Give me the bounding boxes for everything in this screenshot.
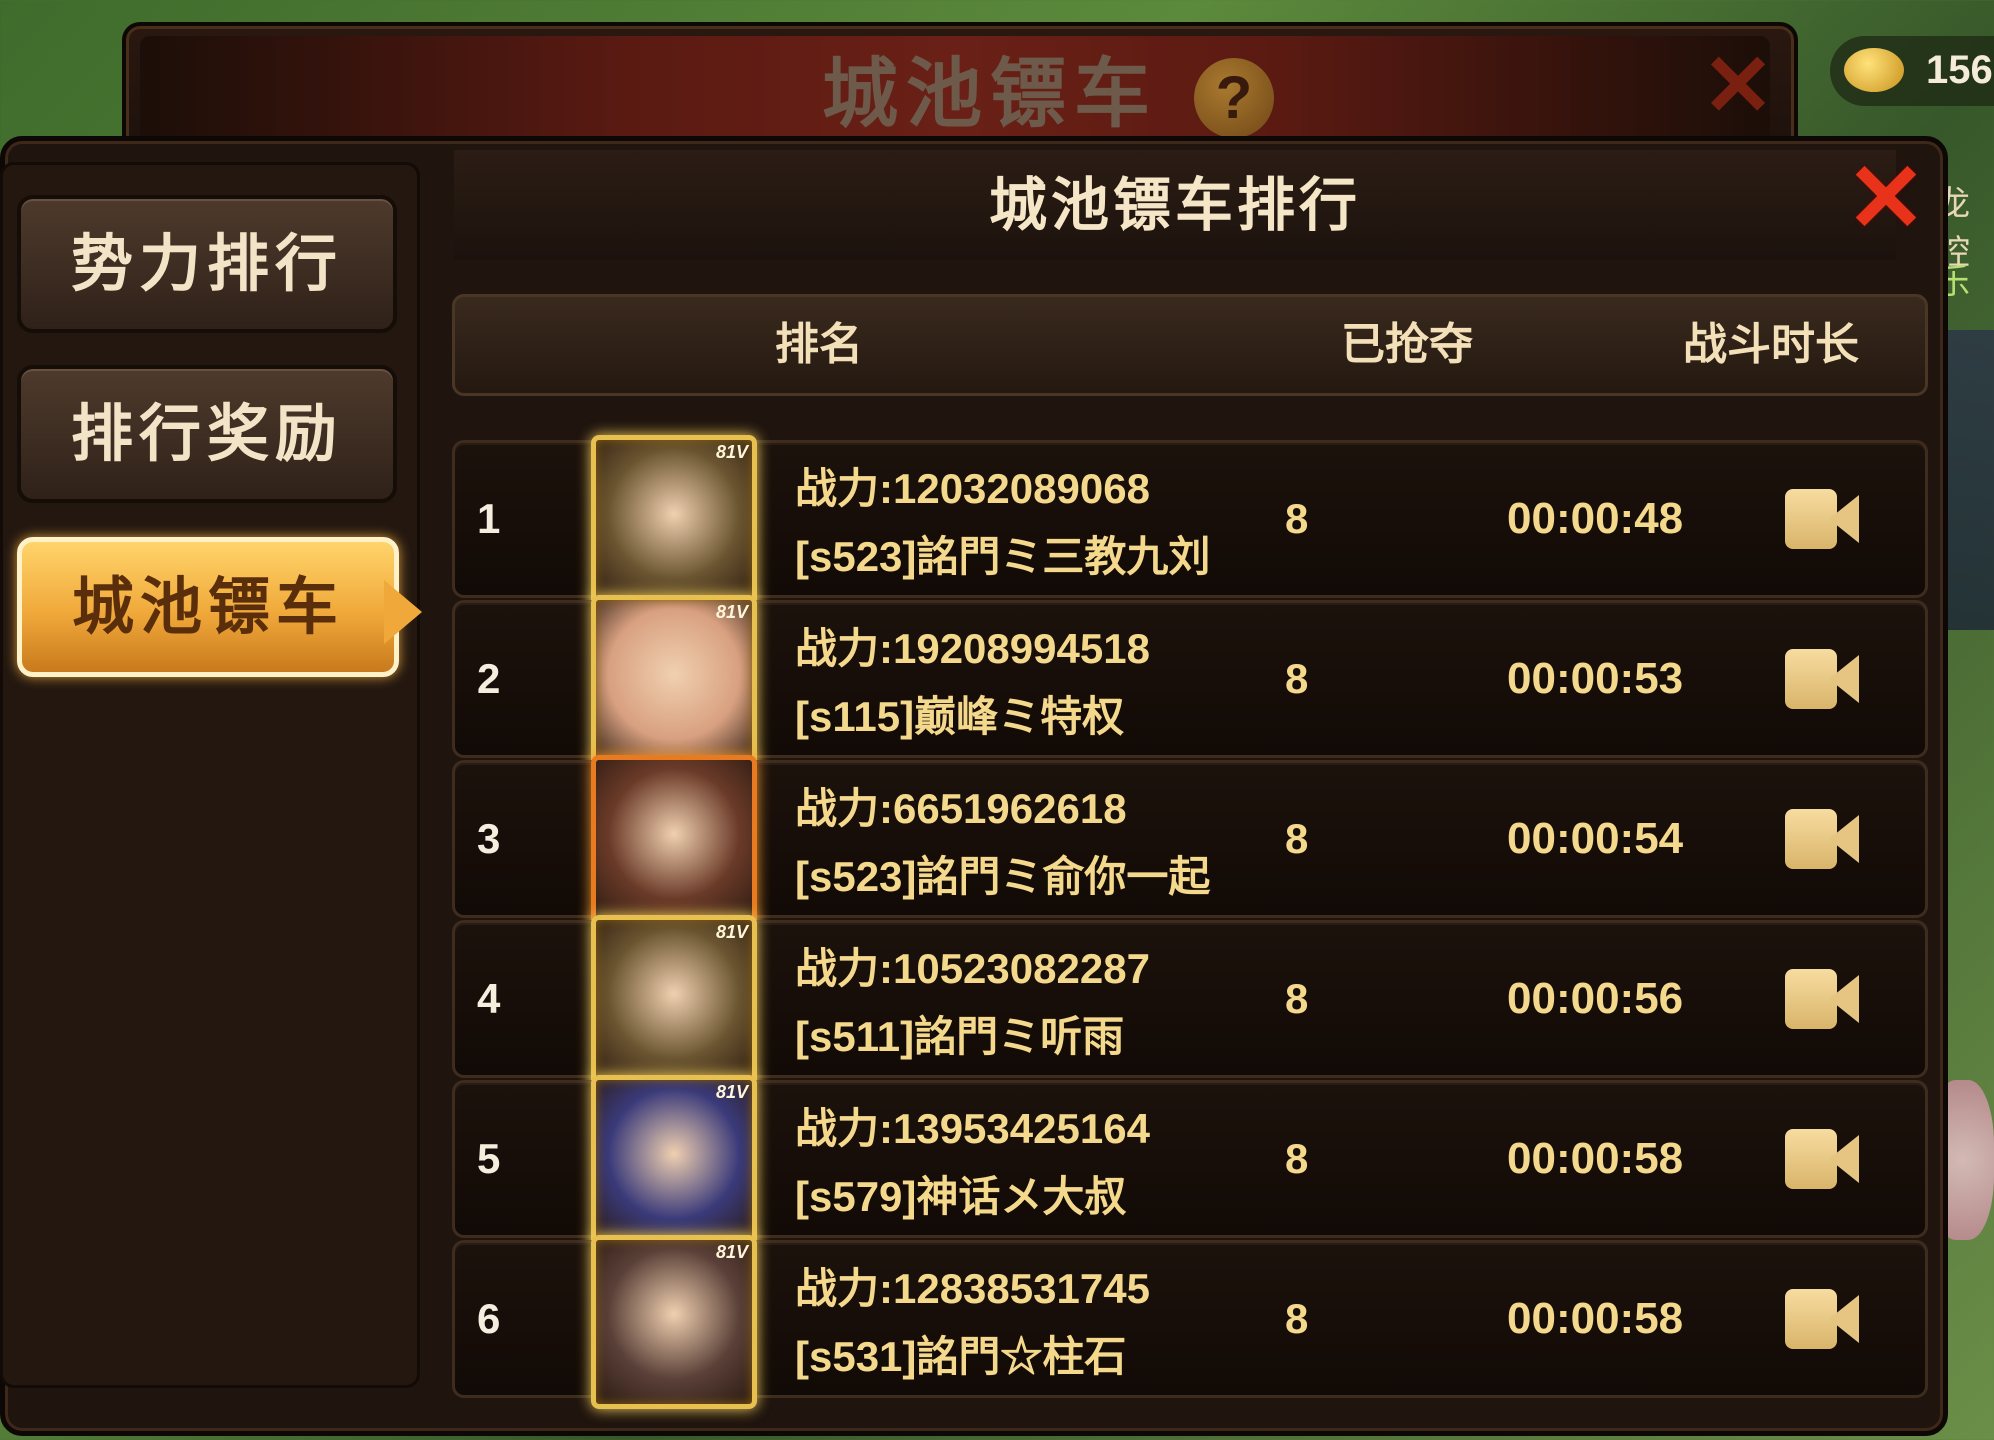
player-avatar[interactable]: 81V <box>591 435 757 609</box>
rank-number: 3 <box>477 815 501 862</box>
replay-video-camera-icon[interactable] <box>1785 649 1859 709</box>
battle-duration: 00:00:58 <box>1507 1134 1684 1183</box>
camera-lens <box>1829 1135 1859 1183</box>
rank-number: 6 <box>477 1295 501 1342</box>
avatar-level: 81V <box>715 1082 748 1102</box>
rank-number: 5 <box>477 1135 501 1182</box>
replay-video-camera-icon[interactable] <box>1785 489 1859 549</box>
rank-number: 1 <box>477 495 501 542</box>
battle-duration: 00:00:56 <box>1507 974 1684 1023</box>
player-name: [s523]詺門ミ俞你一起 <box>795 853 1211 900</box>
replay-video-camera-icon[interactable] <box>1785 1289 1859 1349</box>
rank-number: 2 <box>477 655 501 702</box>
tab-power-ranking[interactable]: 势力排行 <box>17 195 397 333</box>
player-avatar[interactable]: 81V <box>591 915 757 1089</box>
table-row: 1 81V 战力:12032089068 [s523]詺門ミ三教九刘 8 00:… <box>452 435 1928 609</box>
plundered-count: 8 <box>1285 495 1309 542</box>
player-power: 战力:12838531745 <box>795 1265 1150 1312</box>
player-name: [s579]神话メ大叔 <box>795 1173 1127 1220</box>
table-row: 4 81V 战力:10523082287 [s511]詺門ミ听雨 8 00:00… <box>452 915 1928 1089</box>
page-title: 城池镖车排行 <box>988 171 1361 239</box>
battle-duration: 00:00:58 <box>1507 1294 1684 1343</box>
battle-duration: 00:00:53 <box>1507 654 1684 703</box>
rank-number: 4 <box>477 975 501 1022</box>
table-header: 排名 已抢夺 战斗时长 <box>452 294 1928 396</box>
avatar-level: 81V <box>715 922 748 942</box>
close-icon[interactable]: ✕ <box>1836 144 1936 254</box>
battle-duration: 00:00:54 <box>1507 814 1684 863</box>
help-question-icon[interactable]: ? <box>1194 58 1274 138</box>
column-header-plundered: 已抢夺 <box>1341 319 1473 370</box>
camera-lens <box>1829 975 1859 1023</box>
player-power: 战力:10523082287 <box>795 945 1150 992</box>
gold-value: 156 <box>1926 48 1993 92</box>
avatar-level: 81V <box>715 1242 748 1262</box>
camera-lens <box>1829 655 1859 703</box>
player-name: [s115]巅峰ミ特权 <box>795 693 1125 740</box>
tab-city-escort[interactable]: 城池镖车 <box>17 537 399 677</box>
battle-duration: 00:00:48 <box>1507 494 1684 543</box>
left-nav: 势力排行 排行奖励 城池镖车 <box>0 162 420 1388</box>
column-header-rank: 排名 <box>775 319 863 370</box>
player-avatar[interactable]: 81V <box>591 1075 757 1249</box>
player-power: 战力:19208994518 <box>795 625 1150 672</box>
gold-counter: 156 <box>1830 36 1994 106</box>
player-name: [s511]詺門ミ听雨 <box>795 1013 1125 1060</box>
column-header-duration: 战斗时长 <box>1683 319 1859 370</box>
background-window-title: 城池镖车 <box>822 49 1158 138</box>
camera-lens <box>1829 495 1859 543</box>
player-power: 战力:13953425164 <box>795 1105 1150 1152</box>
replay-video-camera-icon[interactable] <box>1785 809 1859 869</box>
active-tab-arrow-icon <box>384 580 422 644</box>
replay-video-camera-icon[interactable] <box>1785 969 1859 1029</box>
player-avatar[interactable] <box>591 755 757 929</box>
tab-ranking-rewards[interactable]: 排行奖励 <box>17 365 397 503</box>
player-avatar[interactable]: 81V <box>591 595 757 769</box>
player-name: [s531]詺門☆柱石 <box>795 1333 1127 1380</box>
table-row: 3 战力:6651962618 [s523]詺門ミ俞你一起 8 00:00:54 <box>452 755 1928 929</box>
camera-lens <box>1829 1295 1859 1343</box>
avatar-level: 81V <box>715 442 748 462</box>
avatar-level: 81V <box>715 602 748 622</box>
background-close-icon[interactable]: ✕ <box>1702 43 1774 129</box>
table-row: 6 81V 战力:12838531745 [s531]詺門☆柱石 8 00:00… <box>452 1235 1928 1409</box>
player-name: [s523]詺門ミ三教九刘 <box>795 533 1211 580</box>
plundered-count: 8 <box>1285 1295 1309 1342</box>
plundered-count: 8 <box>1285 815 1309 862</box>
camera-lens <box>1829 815 1859 863</box>
player-power: 战力:12032089068 <box>795 465 1150 512</box>
player-avatar[interactable]: 81V <box>591 1235 757 1409</box>
table-row: 5 81V 战力:13953425164 [s579]神话メ大叔 8 00:00… <box>452 1075 1928 1249</box>
gold-ingot-icon <box>1844 48 1904 92</box>
plundered-count: 8 <box>1285 975 1309 1022</box>
player-power: 战力:6651962618 <box>795 785 1127 832</box>
plundered-count: 8 <box>1285 1135 1309 1182</box>
replay-video-camera-icon[interactable] <box>1785 1129 1859 1189</box>
plundered-count: 8 <box>1285 655 1309 702</box>
table-row: 2 81V 战力:19208994518 [s115]巅峰ミ特权 8 00:00… <box>452 595 1928 769</box>
